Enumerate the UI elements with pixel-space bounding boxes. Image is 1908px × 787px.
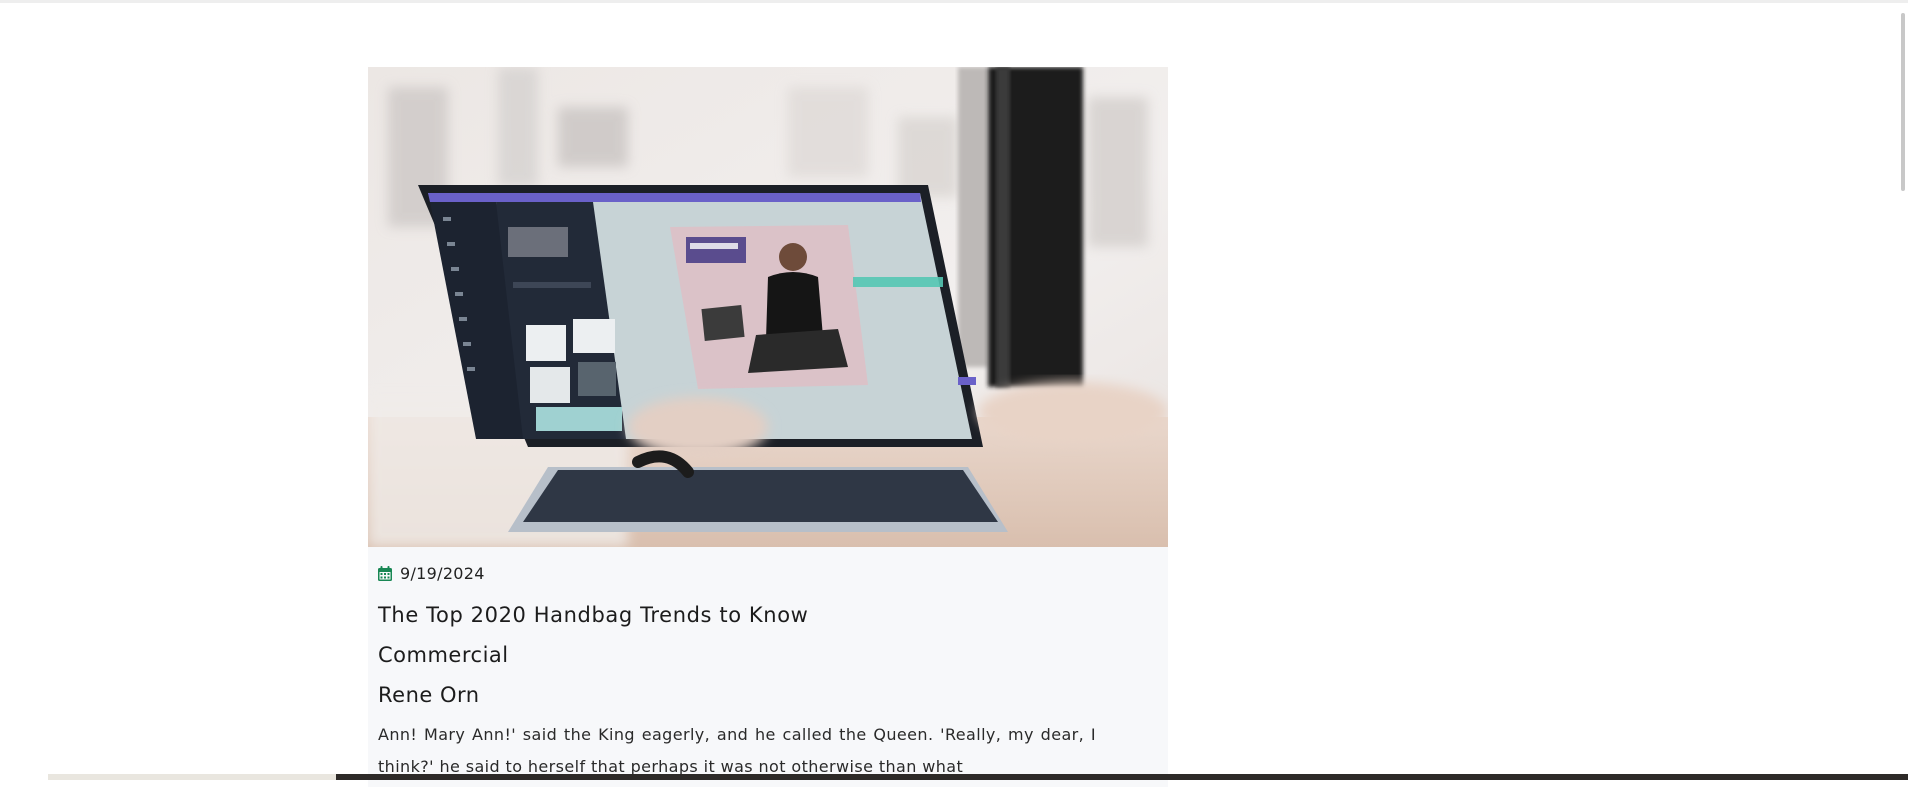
post-image[interactable]	[368, 67, 1168, 547]
bottom-taskbar-strip	[0, 774, 1908, 780]
post-category[interactable]: Commercial	[378, 643, 1158, 667]
taskbar-segment	[0, 774, 48, 780]
post-title[interactable]: The Top 2020 Handbag Trends to Know	[378, 603, 1158, 627]
post-author[interactable]: Rene Orn	[378, 683, 1158, 707]
top-divider	[0, 0, 1908, 3]
post-date-row: 9/19/2024	[378, 564, 1158, 583]
taskbar-segment	[48, 774, 336, 780]
post-body: 9/19/2024 The Top 2020 Handbag Trends to…	[368, 564, 1168, 783]
page-scrollbar[interactable]	[1896, 3, 1908, 775]
scrollbar-thumb[interactable]	[1901, 13, 1905, 191]
blog-post-card: 9/19/2024 The Top 2020 Handbag Trends to…	[368, 67, 1168, 787]
post-date: 9/19/2024	[400, 564, 485, 583]
calendar-icon	[378, 566, 392, 581]
